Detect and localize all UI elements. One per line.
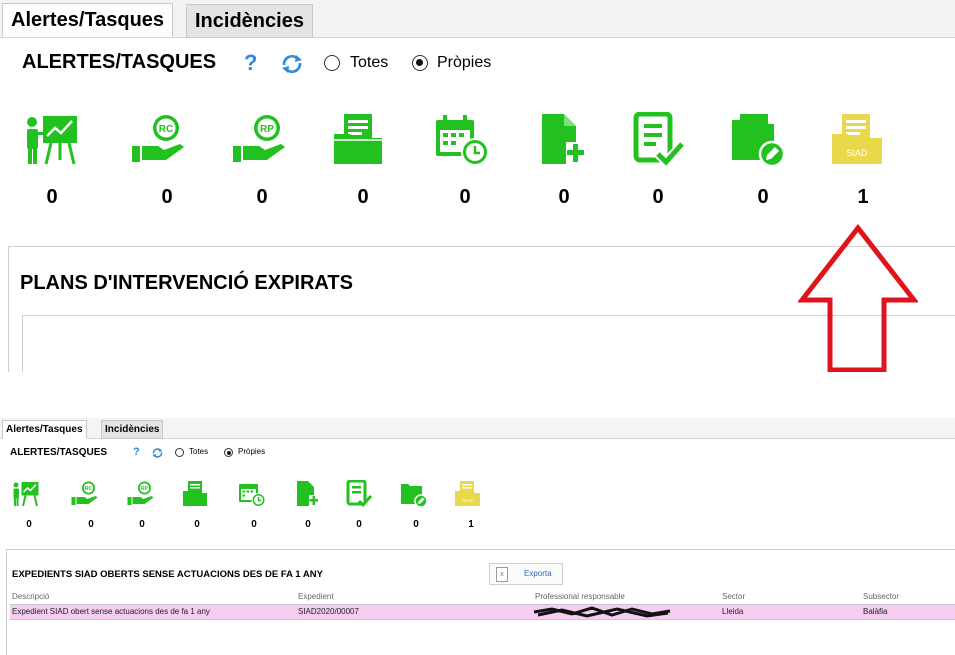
radio-selected-dot xyxy=(416,59,423,66)
excel-icon: x xyxy=(496,567,508,582)
rp-hand-icon-small[interactable]: RP xyxy=(126,480,156,508)
rc-hand-icon[interactable]: RC xyxy=(130,112,188,168)
rc-hand-icon-small[interactable]: RC xyxy=(70,480,100,508)
tab-incidencies-small[interactable]: Incidències xyxy=(101,420,164,439)
cell-descripcio: Expedient SIAD obert sense actuacions de… xyxy=(12,607,210,616)
count-checklist-small: 0 xyxy=(356,519,362,530)
count-folder-edit-small: 0 xyxy=(413,519,419,530)
redacted-name-scribble xyxy=(533,606,671,618)
count-presentation-small: 0 xyxy=(26,519,32,530)
count-rc: 0 xyxy=(161,186,173,208)
count-checklist: 0 xyxy=(652,186,664,208)
column-header-subsector[interactable]: Subsector xyxy=(863,592,899,601)
count-rp: 0 xyxy=(256,186,268,208)
cell-subsector: Balàfia xyxy=(863,607,888,616)
column-header-sector[interactable]: Sector xyxy=(722,592,745,601)
folder-document-icon-small[interactable] xyxy=(182,480,208,508)
siad-folder-icon[interactable]: SIAD xyxy=(830,112,886,168)
refresh-icon[interactable] xyxy=(279,52,305,76)
export-label: Exporta xyxy=(524,569,552,578)
zoomed-view: Alertes/Tasques Incidències ALERTES/TASQ… xyxy=(0,0,955,372)
calendar-clock-icon-small[interactable] xyxy=(238,480,266,508)
count-folder-document: 0 xyxy=(357,186,369,208)
refresh-icon-small[interactable] xyxy=(151,447,164,459)
count-presentation: 0 xyxy=(46,186,58,208)
column-header-professional[interactable]: Professional responsable xyxy=(535,592,625,601)
cell-expedient: SIAD2020/00007 xyxy=(298,607,359,616)
export-button[interactable]: x Exporta xyxy=(489,563,563,585)
file-add-icon[interactable] xyxy=(540,112,586,168)
svg-text:RP: RP xyxy=(260,124,274,135)
count-rc-small: 0 xyxy=(88,519,94,530)
count-rp-small: 0 xyxy=(139,519,145,530)
siad-label-small: SIAD xyxy=(462,498,473,503)
rp-hand-icon[interactable]: RP xyxy=(231,112,289,168)
presentation-icon-small[interactable] xyxy=(12,480,40,508)
section-title-small: ALERTES/TASQUES xyxy=(10,447,108,458)
count-folder-document-small: 0 xyxy=(194,519,200,530)
svg-text:RP: RP xyxy=(141,486,149,492)
radio-totes-label-small: Totes xyxy=(189,447,209,456)
calendar-clock-icon[interactable] xyxy=(434,112,490,168)
count-folder-edit: 0 xyxy=(757,186,769,208)
presentation-icon[interactable] xyxy=(24,112,80,168)
annotation-arrow-icon xyxy=(798,224,918,372)
radio-totes-label: Totes xyxy=(350,54,389,71)
svg-text:RC: RC xyxy=(85,486,93,492)
help-icon[interactable]: ? xyxy=(244,50,257,76)
siad-expedients-panel xyxy=(6,549,955,655)
radio-propies-label: Pròpies xyxy=(437,54,492,71)
checklist-icon-small[interactable] xyxy=(346,480,372,508)
expired-plans-title: PLANS D'INTERVENCIÓ EXPIRATS xyxy=(20,272,353,294)
radio-propies[interactable] xyxy=(412,55,428,71)
folder-edit-icon-small[interactable] xyxy=(400,480,428,508)
tab-alertes-tasques[interactable]: Alertes/Tasques xyxy=(2,3,174,37)
count-calendar: 0 xyxy=(459,186,471,208)
tab-incidencies[interactable]: Incidències xyxy=(186,4,313,38)
cell-sector: Lleida xyxy=(722,607,744,616)
svg-text:RC: RC xyxy=(159,124,173,135)
column-header-descripcio[interactable]: Descripció xyxy=(12,592,49,601)
count-siad-small: 1 xyxy=(468,519,474,530)
siad-expedients-title: EXPEDIENTS SIAD OBERTS SENSE ACTUACIONS … xyxy=(12,569,323,580)
folder-edit-icon[interactable] xyxy=(730,112,786,168)
help-icon-small[interactable]: ? xyxy=(133,446,140,458)
radio-totes[interactable] xyxy=(324,55,340,71)
checklist-icon[interactable] xyxy=(632,112,684,168)
column-header-expedient[interactable]: Expedient xyxy=(298,592,334,601)
count-file-add: 0 xyxy=(558,186,570,208)
tab-alertes-tasques-small[interactable]: Alertes/Tasques xyxy=(2,420,87,439)
count-siad: 1 xyxy=(857,186,869,208)
radio-propies-small[interactable] xyxy=(224,448,233,457)
section-title: ALERTES/TASQUES xyxy=(22,51,217,73)
radio-selected-dot-small xyxy=(226,450,231,455)
count-file-add-small: 0 xyxy=(305,519,311,530)
table-row[interactable]: Expedient SIAD obert sense actuacions de… xyxy=(10,604,955,620)
radio-propies-label-small: Pròpies xyxy=(238,447,266,456)
folder-document-icon[interactable] xyxy=(332,112,384,168)
radio-totes-small[interactable] xyxy=(175,448,184,457)
count-calendar-small: 0 xyxy=(251,519,257,530)
siad-folder-icon-small[interactable]: SIAD xyxy=(454,480,482,508)
tab-bar: Alertes/Tasques Incidències xyxy=(0,0,955,38)
siad-label: SIAD xyxy=(846,148,868,158)
full-view: Alertes/Tasques Incidències ALERTES/TASQ… xyxy=(0,418,955,655)
tab-bar-small: Alertes/Tasques Incidències xyxy=(0,418,955,439)
file-add-icon-small[interactable] xyxy=(296,480,319,508)
